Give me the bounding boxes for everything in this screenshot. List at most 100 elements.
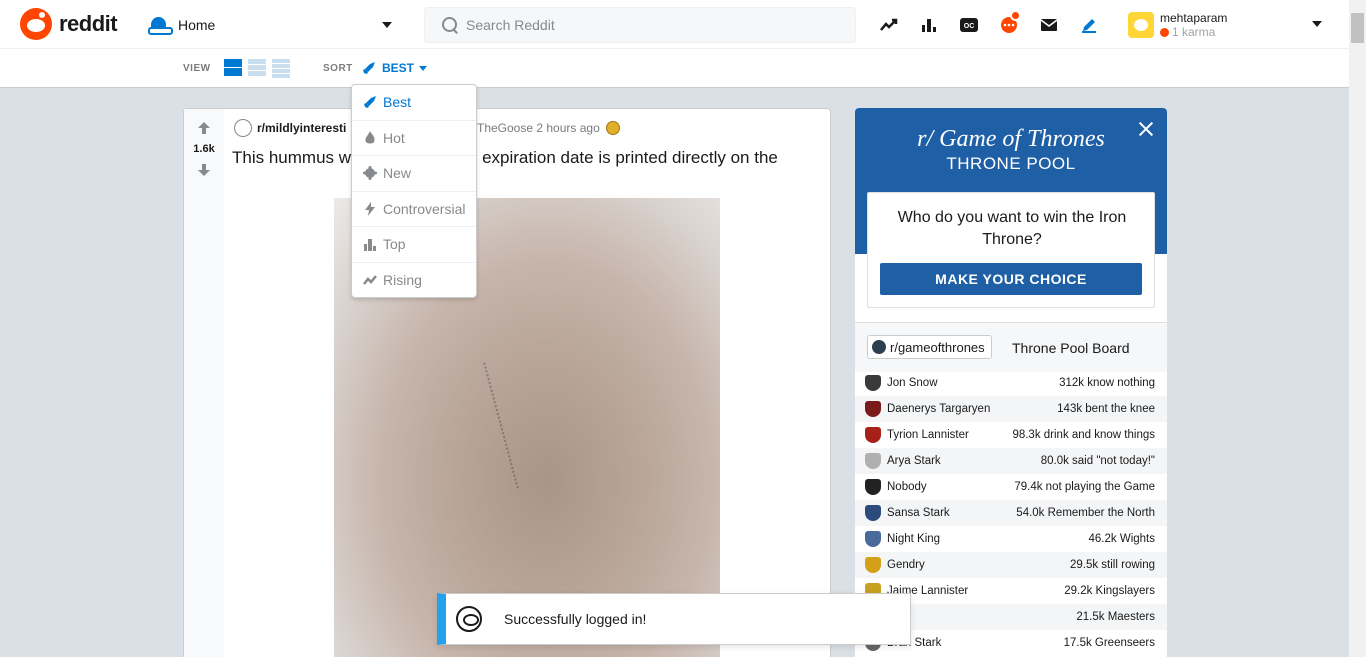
subreddit-chip-label: r/gameofthrones (890, 339, 985, 355)
character-score: 29.2k Kingslayers (1064, 585, 1155, 597)
sort-option-top[interactable]: Top (352, 227, 476, 263)
karma-count: 1 karma (1172, 25, 1216, 39)
house-sigil-icon (865, 453, 881, 469)
sort-option-label: New (383, 165, 412, 182)
subreddit-name[interactable]: r/mildlyinteresti (257, 121, 346, 135)
board-row[interactable]: Arya Stark 80.0k said "not today!" (855, 448, 1167, 474)
toast-message: Successfully logged in! (504, 611, 647, 627)
oc-icon[interactable]: OC (956, 12, 982, 38)
character-name: Tarly (887, 611, 1076, 623)
house-sigil-icon (865, 375, 881, 391)
board-row[interactable]: Night King 46.2k Wights (855, 526, 1167, 552)
board-row[interactable]: Sansa Stark 54.0k Remember the North (855, 500, 1167, 526)
svg-text:OC: OC (964, 23, 975, 30)
sort-option-label: Top (383, 236, 406, 253)
character-score: 98.3k drink and know things (1012, 429, 1155, 441)
character-score: 312k know nothing (1059, 377, 1155, 389)
board-row[interactable]: Gendry 29.5k still rowing (855, 552, 1167, 578)
character-score: 143k bent the knee (1057, 403, 1155, 415)
chevron-down-icon (382, 22, 392, 28)
vote-column: 1.6k (184, 109, 224, 657)
character-name: Arya Stark (887, 455, 941, 467)
board-row[interactable]: Daenerys Targaryen 143k bent the knee (855, 396, 1167, 422)
top-bar: reddit Home OC mehtaparam (0, 0, 1349, 49)
search-icon (441, 16, 459, 34)
throne-pool-widget: r/ Game of Thrones THRONE POOL Who do yo… (855, 108, 1167, 657)
chevron-down-icon (419, 65, 428, 71)
karma-display: 1 karma (1160, 25, 1227, 39)
post-meta: r/mildlyinteresti (234, 119, 346, 137)
character-score: 54.0k Remember the North (1016, 507, 1155, 519)
sort-dropdown[interactable]: BEST (362, 59, 428, 77)
rising-icon (362, 272, 378, 288)
sort-option-hot[interactable]: Hot (352, 121, 476, 156)
character-score: 17.5k Greenseers (1063, 637, 1155, 649)
chat-icon[interactable] (996, 10, 1022, 38)
upvote-arrow-icon[interactable] (198, 122, 210, 134)
trending-icon[interactable] (876, 12, 902, 38)
board-row[interactable]: Jon Snow 312k know nothing (855, 370, 1167, 396)
post-title[interactable]: This hummus w hout a seal. The expiratio… (232, 147, 822, 169)
house-sigil-icon (865, 401, 881, 417)
snoo-icon (456, 606, 482, 632)
board-row[interactable]: Tyrion Lannister 98.3k drink and know thi… (855, 422, 1167, 448)
rocket-icon (362, 94, 378, 110)
sort-option-controversial[interactable]: Controversial (352, 192, 476, 227)
character-name: Sansa Stark (887, 507, 950, 519)
search-input[interactable] (466, 17, 846, 33)
header-icons: OC (876, 10, 1116, 38)
post-byline: TheGoose 2 hours ago (477, 121, 620, 135)
scrollbar-thumb[interactable] (1351, 13, 1364, 43)
avatar (1128, 12, 1154, 38)
post-card[interactable]: 1.6k r/mildlyinteresti TheGoose 2 hours … (183, 108, 831, 657)
bolt-icon (362, 201, 378, 217)
snoo-icon (20, 8, 52, 40)
subreddit-chip[interactable]: r/gameofthrones (867, 335, 992, 359)
page-scrollbar[interactable] (1349, 0, 1366, 657)
home-label: Home (178, 17, 216, 33)
house-sigil-icon (865, 557, 881, 573)
promo-subtitle: THRONE POOL (946, 154, 1076, 173)
view-label: VIEW (183, 63, 211, 74)
burst-icon (362, 165, 378, 181)
login-toast: Successfully logged in! (437, 593, 911, 645)
card-view-button[interactable] (224, 59, 242, 77)
search-bar[interactable] (424, 7, 856, 43)
character-name: Nobody (887, 481, 927, 493)
subreddit-icon[interactable] (234, 119, 252, 137)
user-info: mehtaparam 1 karma (1160, 11, 1227, 39)
classic-view-button[interactable] (248, 59, 266, 77)
user-menu[interactable]: mehtaparam 1 karma (1128, 5, 1328, 45)
sort-option-rising[interactable]: Rising (352, 263, 476, 299)
sort-option-label: Best (383, 94, 412, 111)
sort-option-label: Hot (383, 129, 405, 146)
sort-option-new[interactable]: New (352, 156, 476, 192)
board-row[interactable]: Nobody 79.4k not playing the Game (855, 474, 1167, 500)
mail-icon[interactable] (1036, 12, 1062, 38)
downvote-arrow-icon[interactable] (198, 164, 210, 176)
printed-date-mark (483, 347, 575, 489)
sort-view-bar: VIEW SORT BEST (0, 49, 1349, 88)
pencil-icon[interactable] (1076, 12, 1102, 38)
character-name: Bran Stark (887, 637, 942, 649)
character-score: 46.2k Wights (1088, 533, 1155, 545)
home-dropdown[interactable]: Home (148, 8, 400, 42)
stats-icon[interactable] (916, 12, 942, 38)
character-score: 29.5k still rowing (1069, 559, 1155, 571)
sort-label: SORT (323, 63, 353, 74)
character-name: Tyrion Lannister (887, 429, 969, 441)
promo-title: r/ Game of Thrones (917, 126, 1105, 152)
logo-text: reddit (59, 11, 118, 36)
house-sigil-icon (865, 479, 881, 495)
house-sigil-icon (865, 427, 881, 443)
home-icon (148, 14, 173, 36)
character-name: Gendry (887, 559, 925, 571)
character-score: 80.0k said "not today!" (1040, 455, 1155, 467)
choice-card: Who do you want to win the Iron Throne? … (867, 192, 1155, 308)
author-time[interactable]: TheGoose 2 hours ago (477, 121, 600, 135)
compact-view-button[interactable] (272, 59, 290, 78)
close-icon[interactable] (1139, 122, 1153, 136)
sort-option-best[interactable]: Best (352, 85, 476, 121)
make-your-choice-button[interactable]: MAKE YOUR CHOICE (880, 263, 1142, 295)
reddit-logo[interactable]: reddit (20, 8, 118, 40)
